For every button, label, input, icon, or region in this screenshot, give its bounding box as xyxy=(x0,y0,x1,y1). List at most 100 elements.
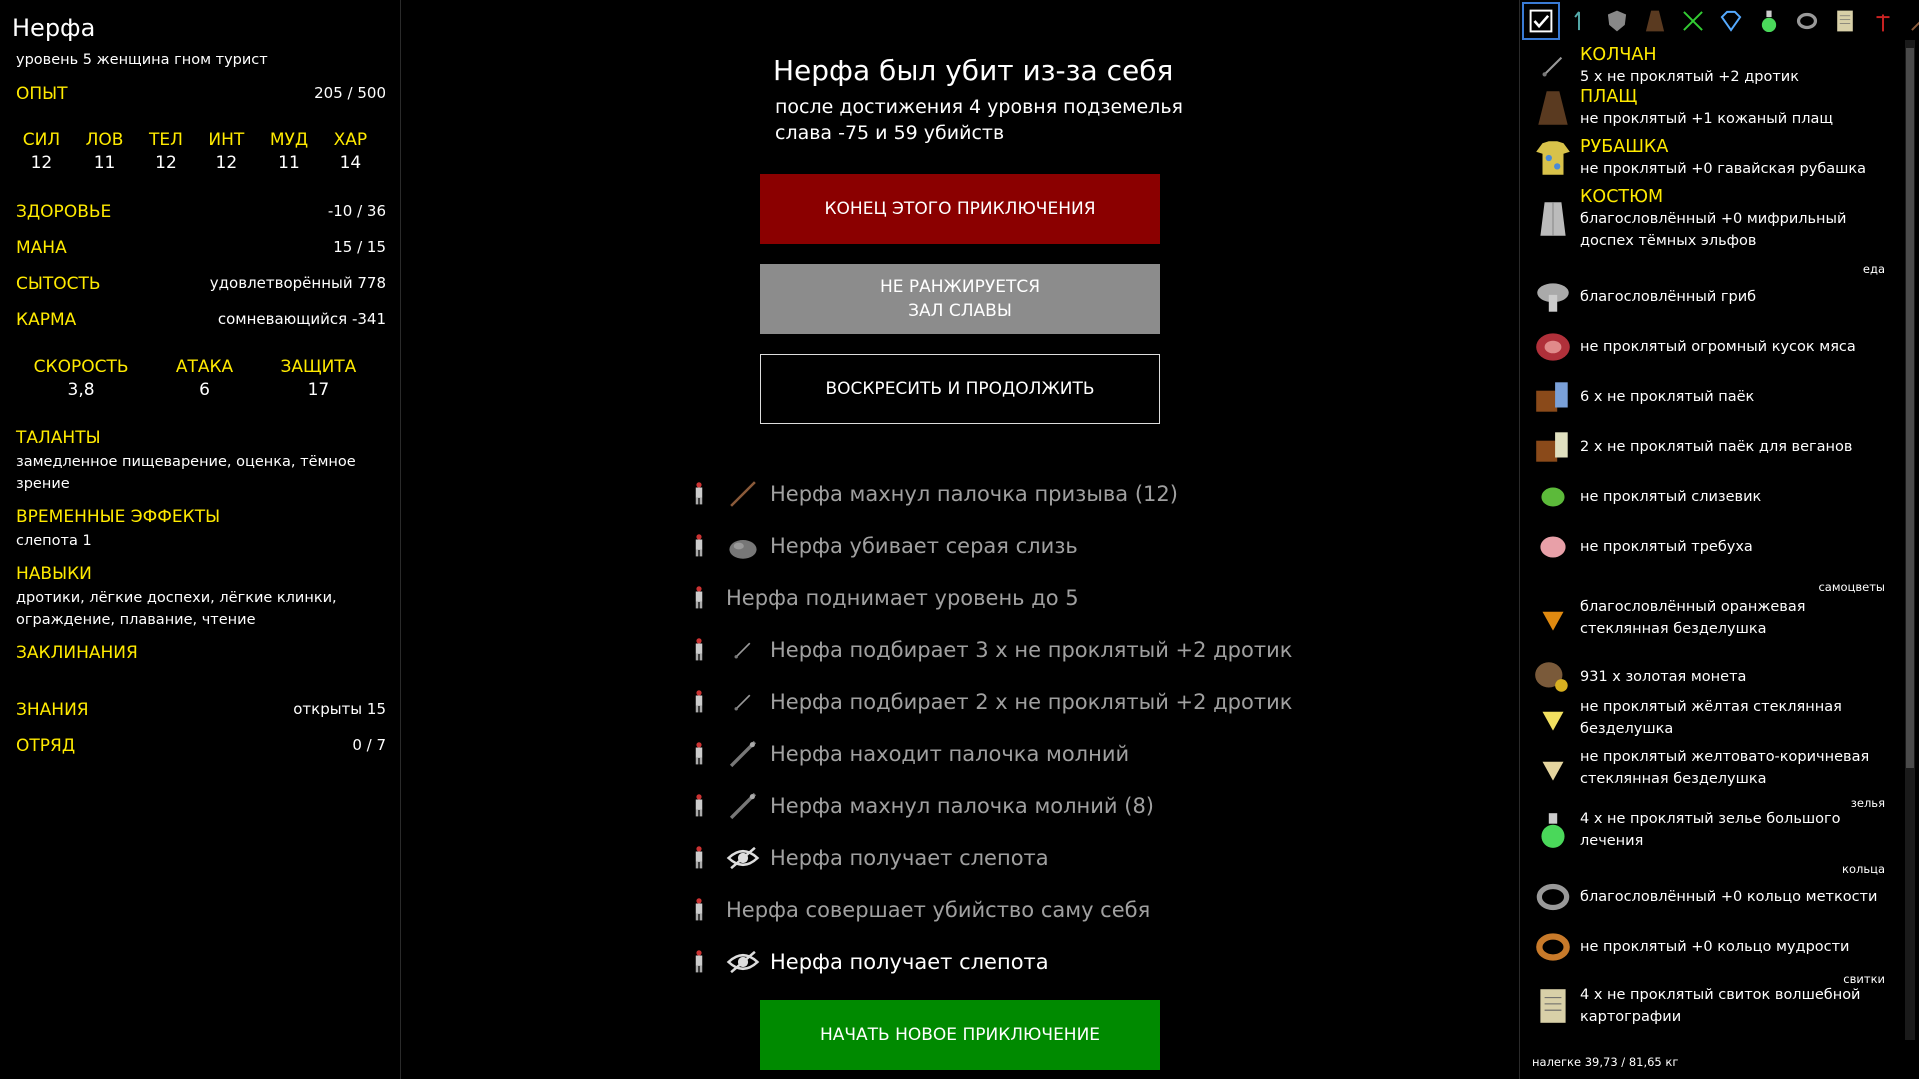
inventory-item[interactable]: КОСТЮМ благословлённый +0 мифрильный досп… xyxy=(1532,186,1892,252)
karma-label: КАРМА xyxy=(16,310,77,330)
attr-dex: ЛОВ 11 xyxy=(85,130,124,173)
slot-label: ПЛАЩ xyxy=(1580,87,1638,107)
log-text: Нерфа подбирает 2 х не проклятый +2 дрот… xyxy=(770,689,1293,714)
karma-row: КАРМА сомневающийся -341 xyxy=(16,310,386,330)
hero-icon xyxy=(686,942,712,982)
knowledge-value: открыты 15 xyxy=(293,700,386,718)
shirt-icon xyxy=(1532,137,1574,179)
inventory-item[interactable]: не проклятый огромный кусок мяса xyxy=(1532,326,1892,368)
item-name: не проклятый +0 кольцо мудрости xyxy=(1580,939,1850,955)
log-text: Нерфа убивает серая слизь xyxy=(770,533,1078,558)
dart-icon xyxy=(1532,45,1574,87)
scroll-icon[interactable] xyxy=(1828,4,1862,38)
cloak-icon[interactable] xyxy=(1638,4,1672,38)
log-text: Нерфа подбирает 3 х не проклятый +2 дрот… xyxy=(770,637,1293,662)
inventory-item[interactable]: ПЛАЩ не проклятый +1 кожаный плащ xyxy=(1532,86,1892,130)
swords-icon[interactable] xyxy=(1676,4,1710,38)
ankh-icon[interactable] xyxy=(1866,4,1900,38)
attr-cha: ХАР 14 xyxy=(333,130,368,173)
log-entry: Нерфа подбирает 2 х не проклятый +2 дрот… xyxy=(686,676,1292,727)
item-name: 931 х золотая монета xyxy=(1580,669,1747,685)
log-text: Нерфа махнул палочка призыва (12) xyxy=(770,481,1178,506)
health-label: ЗДОРОВЬЕ xyxy=(16,202,112,222)
check-icon[interactable] xyxy=(1522,2,1560,40)
mana-row: МАНА 15 / 15 xyxy=(16,238,386,258)
effects-value: слепота 1 xyxy=(16,533,92,549)
resurrect-button[interactable]: ВОСКРЕСИТЬ И ПРОДОЛЖИТЬ xyxy=(760,354,1160,424)
inventory-item[interactable]: РУБАШКА не проклятый +0 гавайская рубашка xyxy=(1532,136,1892,180)
hall-of-fame-label: ЗАЛ СЛАВЫ xyxy=(908,301,1012,321)
item-name: не проклятый желтовато-коричневая стекля… xyxy=(1580,749,1870,787)
inventory-item[interactable]: 931 х золотая монета xyxy=(1532,656,1892,698)
category-label-rings: кольца xyxy=(1842,862,1885,876)
scroll-icon xyxy=(1532,985,1574,1027)
speed-stat: СКОРОСТЬ 3,8 xyxy=(33,357,129,400)
inventory-item[interactable]: не проклятый +0 кольцо мудрости xyxy=(1532,926,1892,968)
inventory-item[interactable]: не проклятый требуха xyxy=(1532,526,1892,568)
inventory-scroll-thumb[interactable] xyxy=(1906,48,1914,768)
category-label-potions: зелья xyxy=(1850,796,1885,810)
log-entry: Нерфа получает слепота xyxy=(686,936,1049,987)
shield-icon[interactable] xyxy=(1600,4,1634,38)
slime-mold-icon xyxy=(1532,476,1574,518)
gold-icon xyxy=(1532,656,1574,698)
inventory-item[interactable]: КОЛЧАН 5 х не проклятый +2 дротик xyxy=(1532,44,1892,88)
dart-icon xyxy=(726,685,760,719)
health-row: ЗДОРОВЬЕ -10 / 36 xyxy=(16,202,386,222)
attr-wis: МУД 11 xyxy=(269,130,309,173)
cloak-icon xyxy=(1532,87,1574,129)
slot-label: РУБАШКА xyxy=(1580,137,1669,157)
log-text: Нерфа поднимает уровень до 5 xyxy=(726,585,1079,610)
item-name: благословлённый +0 мифрильный доспех тём… xyxy=(1580,211,1847,249)
inventory-item[interactable]: не проклятый жёлтая стеклянная безделушк… xyxy=(1532,696,1892,740)
ration-icon xyxy=(1532,376,1574,418)
mana-label: МАНА xyxy=(16,238,67,258)
meat-icon xyxy=(1532,326,1574,368)
item-name: не проклятый +0 гавайская рубашка xyxy=(1580,161,1867,177)
mithril-icon xyxy=(1532,198,1574,240)
inventory-item[interactable]: благословлённый оранжевая стеклянная без… xyxy=(1532,596,1892,640)
hero-icon xyxy=(686,474,712,514)
tripe-icon xyxy=(1532,526,1574,568)
inventory-item[interactable]: благословлённый +0 кольцо меткости xyxy=(1532,876,1892,918)
item-name: благословлённый оранжевая стеклянная без… xyxy=(1580,599,1806,637)
inventory-item[interactable]: 4 х не проклятый свиток волшебной картог… xyxy=(1532,984,1892,1028)
party-value: 0 / 7 xyxy=(352,736,386,754)
defense-stat: ЗАЩИТА 17 xyxy=(280,357,357,400)
hero-icon xyxy=(686,526,712,566)
inventory-item[interactable]: не проклятый желтовато-коричневая стекля… xyxy=(1532,746,1892,790)
inventory-panel: КОЛЧАН 5 х не проклятый +2 дротик ПЛАЩ не п… xyxy=(1520,0,1919,1079)
unranked-label: НЕ РАНЖИРУЕТСЯ xyxy=(879,277,1041,297)
party-row: ОТРЯД 0 / 7 xyxy=(16,736,386,756)
ring-icon[interactable] xyxy=(1790,4,1824,38)
satiety-row: СЫТОСТЬ удовлетворённый 778 xyxy=(16,274,386,294)
log-entry: Нерфа махнул палочка молний (8) xyxy=(686,780,1154,831)
inventory-item[interactable]: благословлённый гриб xyxy=(1532,276,1892,318)
item-name: не проклятый жёлтая стеклянная безделушк… xyxy=(1580,699,1842,737)
new-adventure-button[interactable]: НАЧАТЬ НОВОЕ ПРИКЛЮЧЕНИЕ xyxy=(760,1000,1160,1070)
item-name: 6 х не проклятый паёк xyxy=(1580,389,1755,405)
hall-of-fame-button[interactable]: НЕ РАНЖИРУЕТСЯ ЗАЛ СЛАВЫ xyxy=(760,264,1160,334)
log-entry: Нерфа находит палочка молний xyxy=(686,728,1129,779)
skills-value: дротики, лёгкие доспехи, лёгкие клинки, … xyxy=(16,590,337,628)
brown-gem-icon xyxy=(1532,747,1574,789)
item-name: не проклятый требуха xyxy=(1580,539,1753,555)
log-text: Нерфа находит палочка молний xyxy=(770,741,1130,766)
spells-label: ЗАКЛИНАНИЯ xyxy=(16,643,138,663)
effects-label: ВРЕМЕННЫЕ ЭФФЕКТЫ xyxy=(16,507,221,527)
inventory-item[interactable]: 2 х не проклятый паёк для веганов xyxy=(1532,426,1892,468)
item-name: не проклятый +1 кожаный плащ xyxy=(1580,111,1834,127)
log-entry: Нерфа махнул палочка призыва (12) xyxy=(686,468,1178,519)
gem-icon[interactable] xyxy=(1714,4,1748,38)
health-value: -10 / 36 xyxy=(327,202,386,220)
inventory-item[interactable]: 6 х не проклятый паёк xyxy=(1532,376,1892,418)
inventory-item[interactable]: не проклятый слизевик xyxy=(1532,476,1892,518)
slot-label: КОЛЧАН xyxy=(1580,45,1657,65)
inventory-item[interactable]: 4 х не проклятый зелье большого лечения xyxy=(1532,808,1892,852)
arrows-icon[interactable] xyxy=(1562,4,1596,38)
potion-icon[interactable] xyxy=(1752,4,1786,38)
satiety-label: СЫТОСТЬ xyxy=(16,274,101,294)
end-adventure-button[interactable]: КОНЕЦ ЭТОГО ПРИКЛЮЧЕНИЯ xyxy=(760,174,1160,244)
hero-icon xyxy=(686,890,712,930)
wand-icon[interactable] xyxy=(1904,4,1919,38)
